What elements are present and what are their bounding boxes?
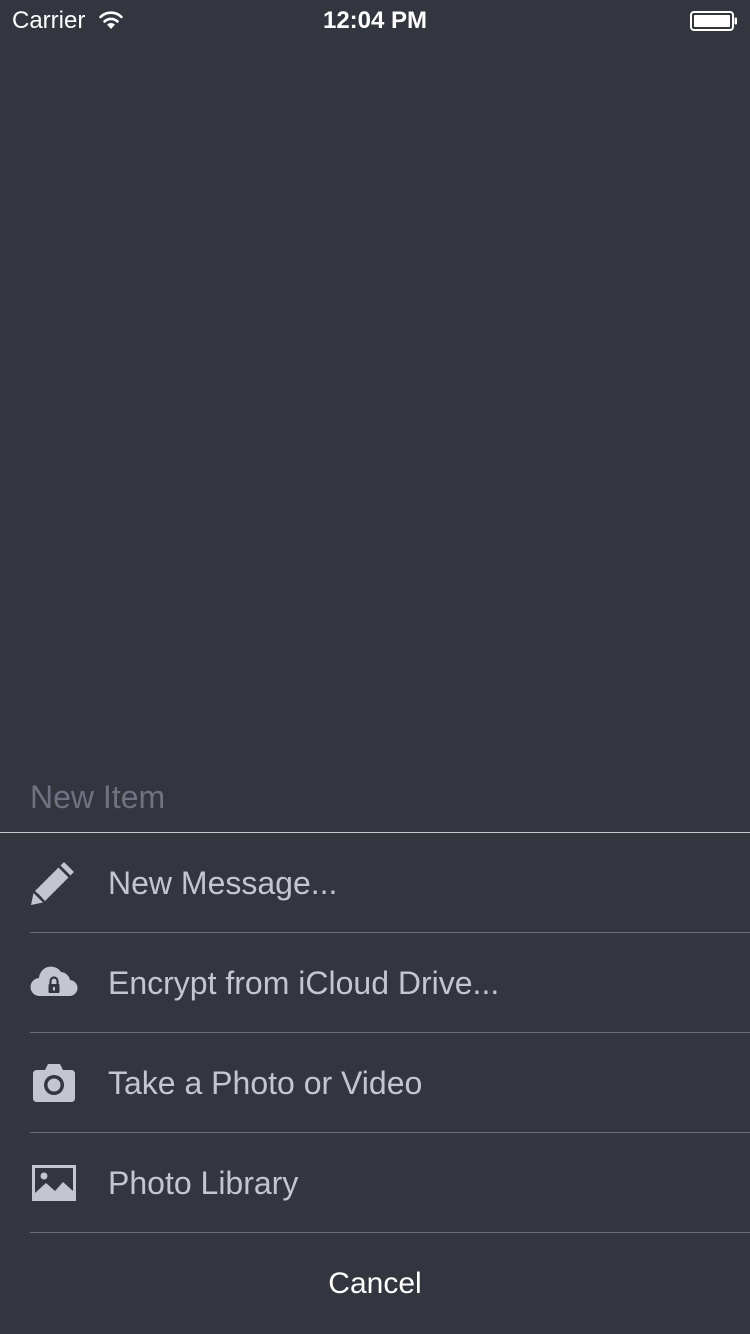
separator <box>30 1232 750 1233</box>
menu-item-label: Take a Photo or Video <box>108 1065 423 1101</box>
menu-item-label: New Message... <box>108 865 338 901</box>
battery-icon <box>690 11 737 31</box>
menu-item-photo-library[interactable]: Photo Library <box>0 1133 750 1233</box>
camera-icon <box>33 1064 75 1102</box>
section-header: New Item <box>30 779 166 815</box>
photo-library-icon <box>32 1165 76 1201</box>
cloud-lock-icon <box>30 966 78 997</box>
menu-item-label: Photo Library <box>108 1165 299 1201</box>
screen: Carrier 12:04 PM New Item New Message...… <box>0 0 750 1334</box>
status-bar: Carrier 12:04 PM <box>0 0 750 40</box>
pencil-icon <box>31 862 74 905</box>
menu-item-new-message[interactable]: New Message... <box>0 833 750 933</box>
action-menu: New Message... Encrypt from iCloud Drive… <box>0 833 750 1233</box>
clock: 12:04 PM <box>322 7 428 34</box>
menu-item-label: Encrypt from iCloud Drive... <box>108 965 500 1001</box>
menu-item-icloud-drive[interactable]: Encrypt from iCloud Drive... <box>0 933 750 1033</box>
cancel-button[interactable]: Cancel <box>0 1234 750 1334</box>
menu-item-take-photo[interactable]: Take a Photo or Video <box>0 1033 750 1133</box>
